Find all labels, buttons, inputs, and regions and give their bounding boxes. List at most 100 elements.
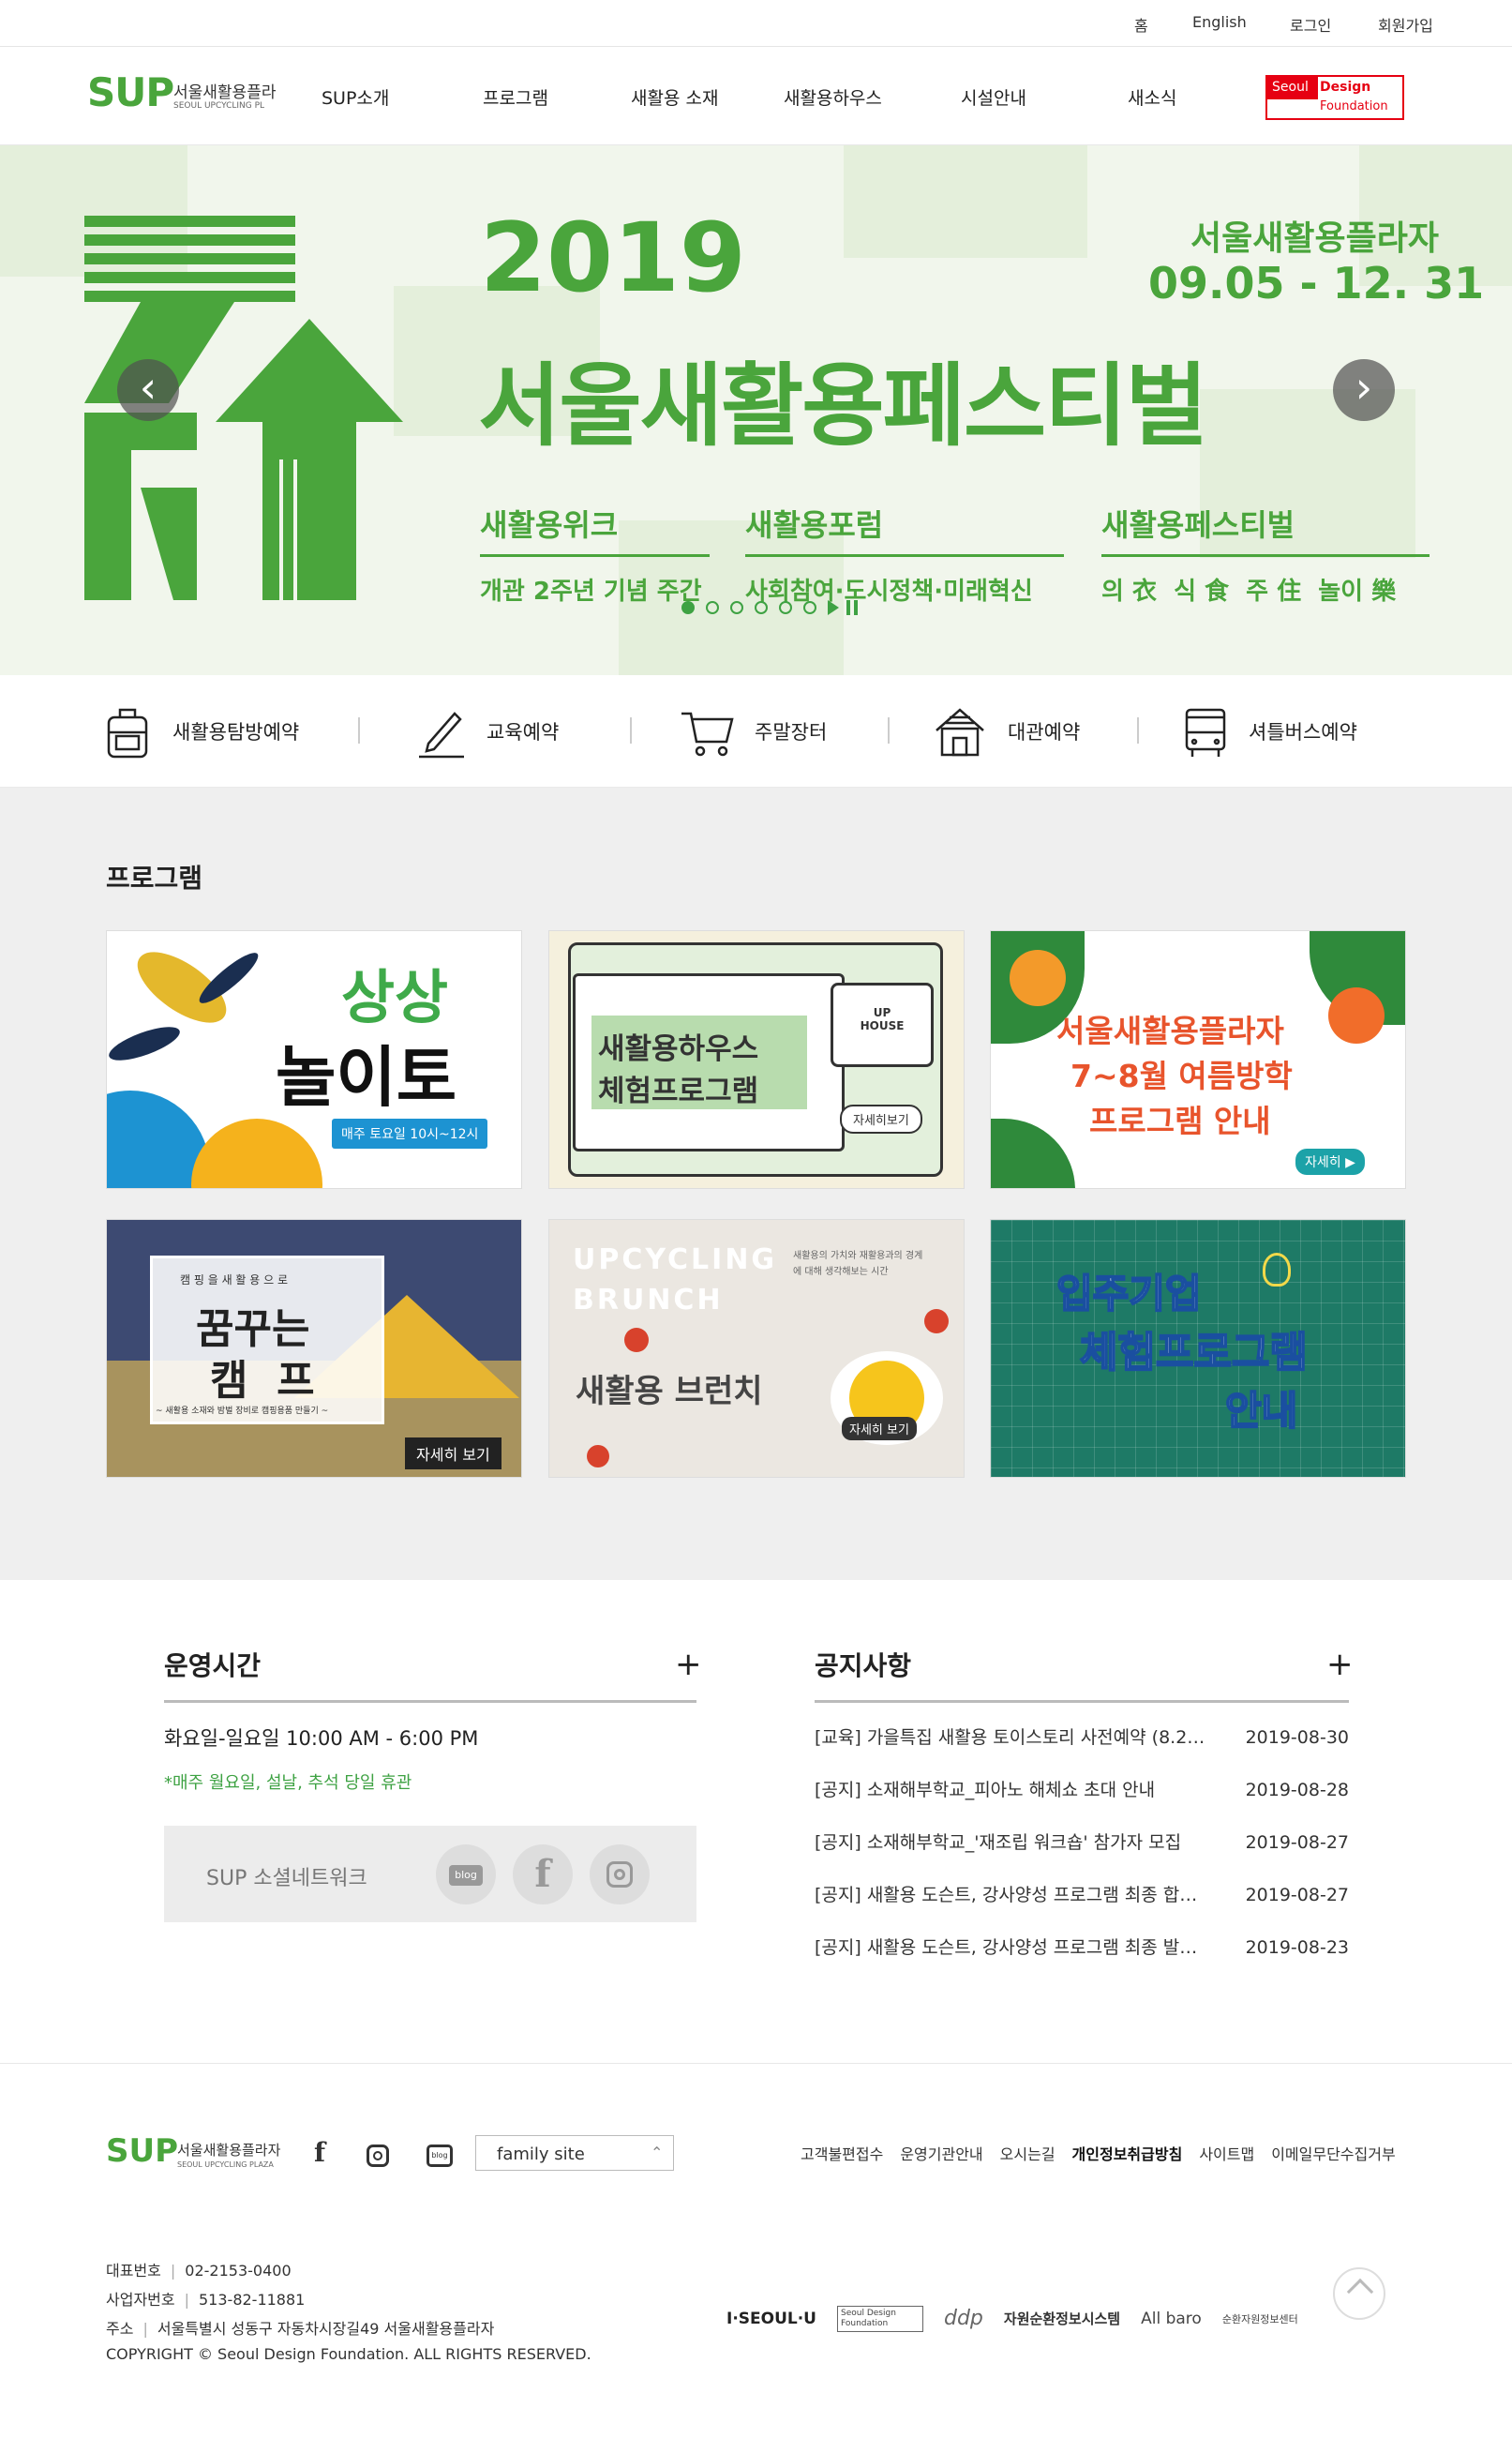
footer-copyright: COPYRIGHT © Seoul Design Foundation. ALL… (106, 2345, 591, 2363)
card5-en1: UPCYCLING (573, 1243, 778, 1276)
slide-dot[interactable] (779, 601, 792, 614)
footer-tel: 대표번호 | 02-2153-0400 (106, 2262, 292, 2280)
notice-item[interactable]: [공지] 소재해부학교_피아노 해체쇼 초대 안내 2019-08-28 (815, 1776, 1349, 1813)
nav-upcycling-house[interactable]: 새활용하우스 (784, 84, 882, 110)
nav-program[interactable]: 프로그램 (483, 84, 548, 110)
program-card-upcycling-house[interactable]: 새활용하우스 체험프로그램 UP HOUSE 자세히보기 (548, 930, 965, 1189)
notice-item[interactable]: [공지] 새활용 도슨트, 강사양성 프로그램 최종 발표 연기 2019-08-… (815, 1934, 1349, 1971)
blog-button[interactable]: blog (436, 1844, 496, 1904)
footer-link-sitemap[interactable]: 사이트맵 (1199, 2142, 1254, 2164)
footer-address: 주소 | 서울특별시 성동구 자동차시장길49 서울새활용플라자 (106, 2320, 495, 2338)
notice-title[interactable]: [공지] 소재해부학교_'재조립 워크숍' 참가자 모집 (815, 1828, 1208, 1854)
notice-title[interactable]: [공지] 새활용 도슨트, 강사양성 프로그램 최종 합격자 … (815, 1881, 1208, 1906)
footer-logo[interactable]: SUP 서울새활용플라자 SEOUL UPCYCLING PLAZA (106, 2132, 293, 2179)
card5-desc: 새활용의 가치와 재활용과의 경계에 대해 생각해보는 시간 (793, 1251, 923, 1277)
quick-label: 셔틀버스예약 (1249, 721, 1357, 744)
scroll-to-top-button[interactable] (1333, 2267, 1385, 2320)
partner-resource-center[interactable]: 순환자원정보센터 (1222, 2311, 1298, 2326)
program-card-summer-vacation[interactable]: 서울새활용플라자 7~8월 여름방학 프로그램 안내 자세히 ▶ (990, 930, 1406, 1189)
quick-tour-reservation[interactable]: 새활용탐방예약 (103, 703, 299, 760)
notice-item[interactable]: [공지] 소재해부학교_'재조립 워크숍' 참가자 모집 2019-08-27 (815, 1828, 1349, 1866)
card5-button[interactable]: 자세히 보기 (842, 1417, 917, 1440)
slide-dot[interactable] (706, 601, 719, 614)
biz-label: 사업자번호 (106, 2291, 175, 2309)
english-link[interactable]: English (1192, 13, 1247, 31)
card3-button[interactable]: 자세히 ▶ (1295, 1149, 1365, 1175)
main-header: SUP 서울새활용플라 SEOUL UPCYCLING PL SUP소개 프로그… (0, 47, 1512, 145)
card4-line2: 캠 프 (210, 1357, 315, 1405)
bulb-icon (1263, 1253, 1291, 1287)
slide-dot[interactable] (755, 601, 768, 614)
hero-col1-title: 새활용위크 (480, 507, 619, 543)
join-link[interactable]: 회원가입 (1378, 13, 1433, 36)
slide-pause-icon[interactable] (846, 600, 858, 615)
notice-date: 2019-08-30 (1245, 1727, 1349, 1748)
slide-dot[interactable] (803, 601, 816, 614)
seoul-design-foundation-logo[interactable]: Seoul Design Foundation (1265, 75, 1404, 120)
card2-button[interactable]: 자세히보기 (840, 1105, 922, 1134)
partner-allbaro[interactable]: All baro (1141, 2310, 1202, 2328)
nav-facility[interactable]: 시설안내 (961, 84, 1026, 110)
footer-blog-icon[interactable]: blog (427, 2145, 453, 2167)
partner-iseoulu[interactable]: I·SEOUL·U (726, 2310, 816, 2328)
slide-dot-active[interactable] (681, 601, 695, 614)
arrow-up-icon (1346, 2278, 1374, 2306)
card4-button[interactable]: 자세히 보기 (405, 1437, 502, 1469)
sdf-design: Design (1320, 80, 1371, 95)
instagram-icon[interactable] (590, 1844, 650, 1904)
quick-education-reservation[interactable]: 교육예약 (417, 703, 559, 760)
nav-materials[interactable]: 새활용 소재 (631, 84, 718, 110)
footer-links: 고객불편접수 운영기관안내 오시는길 개인정보취급방침 사이트맵 이메일무단수집… (784, 2142, 1396, 2164)
slide-dot[interactable] (730, 601, 743, 614)
login-link[interactable]: 로그인 (1290, 13, 1331, 36)
footer-link-directions[interactable]: 오시는길 (1000, 2142, 1055, 2164)
slide-play-icon[interactable] (828, 600, 839, 615)
partner-resource-system[interactable]: 자원순환정보시스템 (1004, 2309, 1120, 2328)
footer-logo-sub: SEOUL UPCYCLING PLAZA (177, 2160, 274, 2169)
family-site-select[interactable]: family site ⌃ (475, 2135, 674, 2171)
footer-link-operator[interactable]: 운영기관안내 (900, 2142, 982, 2164)
footer-link-privacy[interactable]: 개인정보취급방침 (1072, 2142, 1183, 2164)
footer-link-complaint[interactable]: 고객불편접수 (801, 2142, 883, 2164)
notice-title[interactable]: [공지] 소재해부학교_피아노 해체쇼 초대 안내 (815, 1776, 1208, 1801)
nav-news[interactable]: 새소식 (1128, 84, 1176, 110)
notice-more-button[interactable]: + (1326, 1646, 1354, 1683)
quick-weekend-market[interactable]: 주말장터 (680, 703, 827, 760)
partner-ddp[interactable]: ddp (944, 2307, 983, 2330)
notice-item[interactable]: [교육] 가을특집 새활용 토이스토리 사전예약 (8.26-9.18) 2019… (815, 1723, 1349, 1761)
quick-shuttle-reservation[interactable]: 셔틀버스예약 (1183, 703, 1357, 760)
notice-date: 2019-08-27 (1245, 1832, 1349, 1853)
program-card-imagination-play[interactable]: 상상 놀이토 매주 토요일 10시~12시 (106, 930, 522, 1189)
program-card-tenant-experience[interactable]: 입주기업 체험프로그램 안내 (990, 1219, 1406, 1478)
card5-en2: BRUNCH (573, 1284, 724, 1317)
partner-sdf[interactable]: Seoul Design Foundation (837, 2306, 923, 2332)
hours-more-button[interactable]: + (675, 1646, 702, 1683)
notice-item[interactable]: [공지] 새활용 도슨트, 강사양성 프로그램 최종 합격자 … 2019-08-… (815, 1881, 1349, 1919)
program-card-dream-camp[interactable]: 캠 핑 을 새 활 용 으 로 꿈꾸는 캠 프 ~ 새활용 소재와 밤벌 장비로… (106, 1219, 522, 1478)
footer-link-email-refusal[interactable]: 이메일무단수집거부 (1271, 2142, 1395, 2164)
info-section: 운영시간 + 화요일-일요일 10:00 AM - 6:00 PM *매주 월요… (0, 1580, 1512, 2063)
nav-sup-intro[interactable]: SUP소개 (322, 84, 389, 110)
notice-title[interactable]: [교육] 가을특집 새활용 토이스토리 사전예약 (8.26-9.18) (815, 1723, 1208, 1749)
hero-year: 2019 (480, 203, 746, 314)
footer-logo-name: 서울새활용플라자 (177, 2142, 281, 2159)
card4-desc: ~ 새활용 소재와 밤벌 장비로 캠핑용품 만들기 ~ (156, 1407, 329, 1416)
partner-logos: I·SEOUL·U Seoul Design Foundation ddp 자원… (726, 2306, 1298, 2332)
hero-next-button[interactable]: › (1333, 359, 1395, 421)
site-logo[interactable]: SUP 서울새활용플라 SEOUL UPCYCLING PL (87, 68, 284, 124)
footer-facebook-icon[interactable]: f (314, 2137, 325, 2168)
notice-title[interactable]: [공지] 새활용 도슨트, 강사양성 프로그램 최종 발표 연기 (815, 1934, 1208, 1959)
program-card-upcycling-brunch[interactable]: UPCYCLING BRUNCH 새활용의 가치와 재활용과의 경계에 대해 생… (548, 1219, 965, 1478)
hero-col2-title: 새활용포럼 (745, 507, 884, 543)
logo-subtitle: SEOUL UPCYCLING PL (173, 101, 265, 111)
logo-sup-text: SUP (87, 69, 174, 115)
facebook-icon[interactable]: f (513, 1844, 573, 1904)
home-link[interactable]: 홈 (1134, 13, 1148, 36)
hero-prev-button[interactable]: ‹ (117, 359, 179, 421)
quick-rental-reservation[interactable]: 대관예약 (933, 703, 1080, 760)
hero-col3-title: 새활용페스티벌 (1101, 507, 1295, 543)
addr-value: 서울특별시 성동구 자동차시장길49 서울새활용플라자 (157, 2320, 495, 2338)
quick-label: 대관예약 (1008, 721, 1081, 744)
footer-instagram-icon[interactable] (367, 2145, 389, 2167)
card3-line3: 프로그램 안내 (1089, 1103, 1271, 1139)
